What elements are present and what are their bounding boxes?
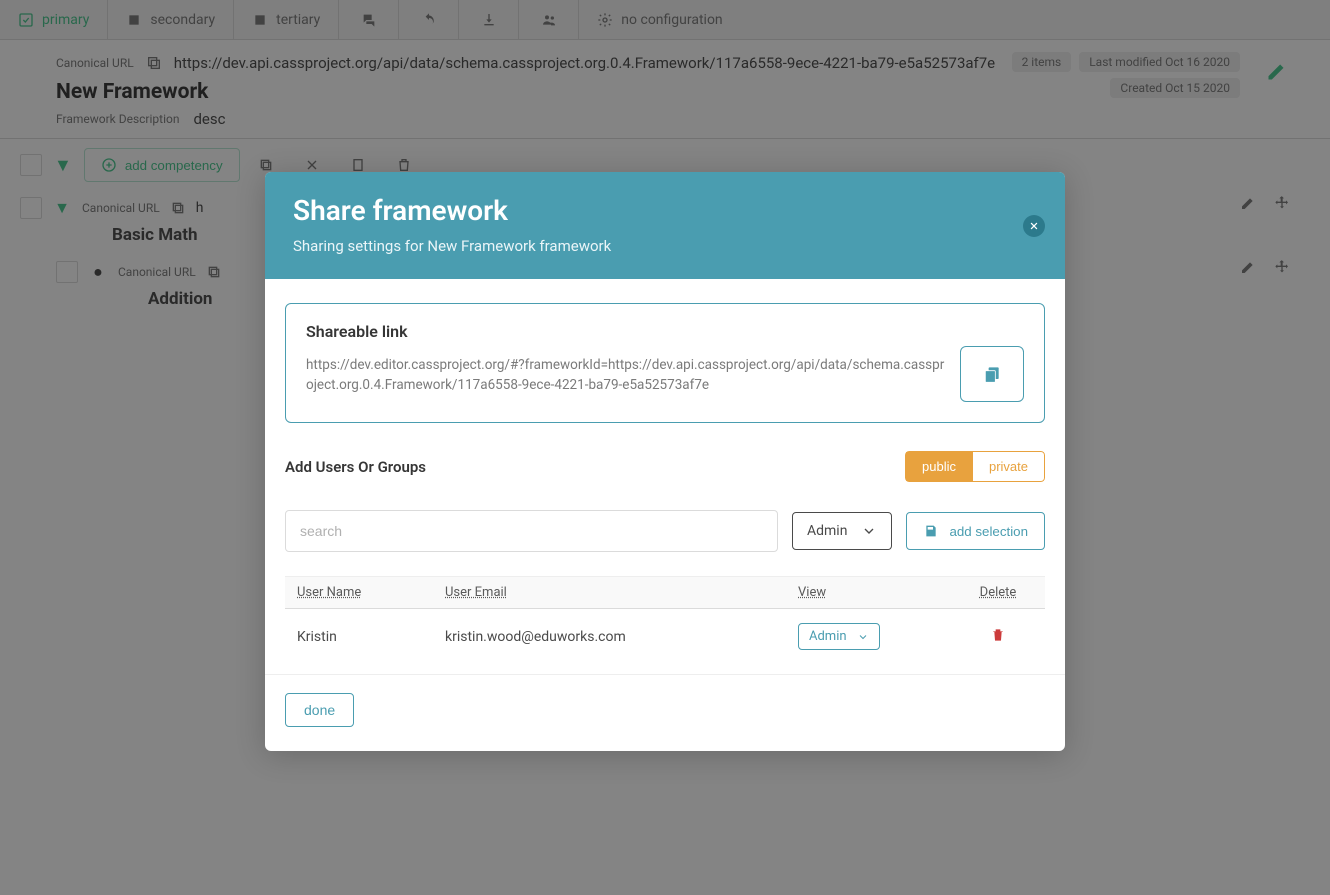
add-selection-label: add selection <box>949 524 1028 539</box>
save-icon <box>923 523 939 539</box>
modal-footer: done <box>265 674 1065 751</box>
user-role-value: Admin <box>809 629 847 644</box>
share-link-url: https://dev.editor.cassproject.org/#?fra… <box>306 355 946 396</box>
add-selection-button[interactable]: add selection <box>906 512 1045 550</box>
share-link-box: Shareable link https://dev.editor.casspr… <box>285 303 1045 423</box>
table-row: Kristin kristin.wood@eduworks.com Admin <box>285 609 1045 664</box>
modal-title: Share framework <box>293 194 1037 227</box>
share-link-label: Shareable link <box>306 322 946 341</box>
share-modal: Share framework Sharing settings for New… <box>265 172 1065 751</box>
done-button[interactable]: done <box>285 693 354 727</box>
public-button[interactable]: public <box>905 451 972 482</box>
user-table: User Name User Email View Delete Kristin… <box>285 576 1045 664</box>
table-header: User Name User Email View Delete <box>285 576 1045 609</box>
trash-icon <box>990 627 1006 643</box>
modal-overlay[interactable]: Share framework Sharing settings for New… <box>0 0 1330 895</box>
delete-user-button[interactable] <box>990 629 1006 647</box>
modal-body: Shareable link https://dev.editor.casspr… <box>265 279 1065 674</box>
close-button[interactable] <box>1023 215 1045 237</box>
close-icon <box>1029 221 1039 231</box>
private-button[interactable]: private <box>972 451 1045 482</box>
chevron-down-icon <box>857 631 869 643</box>
visibility-toggle: public private <box>905 451 1045 482</box>
modal-subtitle: Sharing settings for New Framework frame… <box>293 237 1037 255</box>
modal-header: Share framework Sharing settings for New… <box>265 172 1065 279</box>
col-delete-header: Delete <box>963 585 1033 600</box>
user-email-cell: kristin.wood@eduworks.com <box>445 629 798 645</box>
search-input[interactable] <box>285 510 778 552</box>
users-header: Add Users Or Groups public private <box>285 451 1045 482</box>
col-name-header: User Name <box>297 585 445 600</box>
copy-link-button[interactable] <box>960 346 1024 402</box>
chevron-down-icon <box>861 523 877 539</box>
copy-icon <box>982 364 1002 384</box>
col-email-header: User Email <box>445 585 798 600</box>
role-select-value: Admin <box>807 523 847 539</box>
controls-row: Admin add selection <box>285 510 1045 552</box>
role-select[interactable]: Admin <box>792 512 892 550</box>
user-role-select[interactable]: Admin <box>798 623 880 650</box>
user-name-cell: Kristin <box>297 629 445 645</box>
col-view-header: View <box>798 585 963 600</box>
add-users-label: Add Users Or Groups <box>285 458 426 476</box>
